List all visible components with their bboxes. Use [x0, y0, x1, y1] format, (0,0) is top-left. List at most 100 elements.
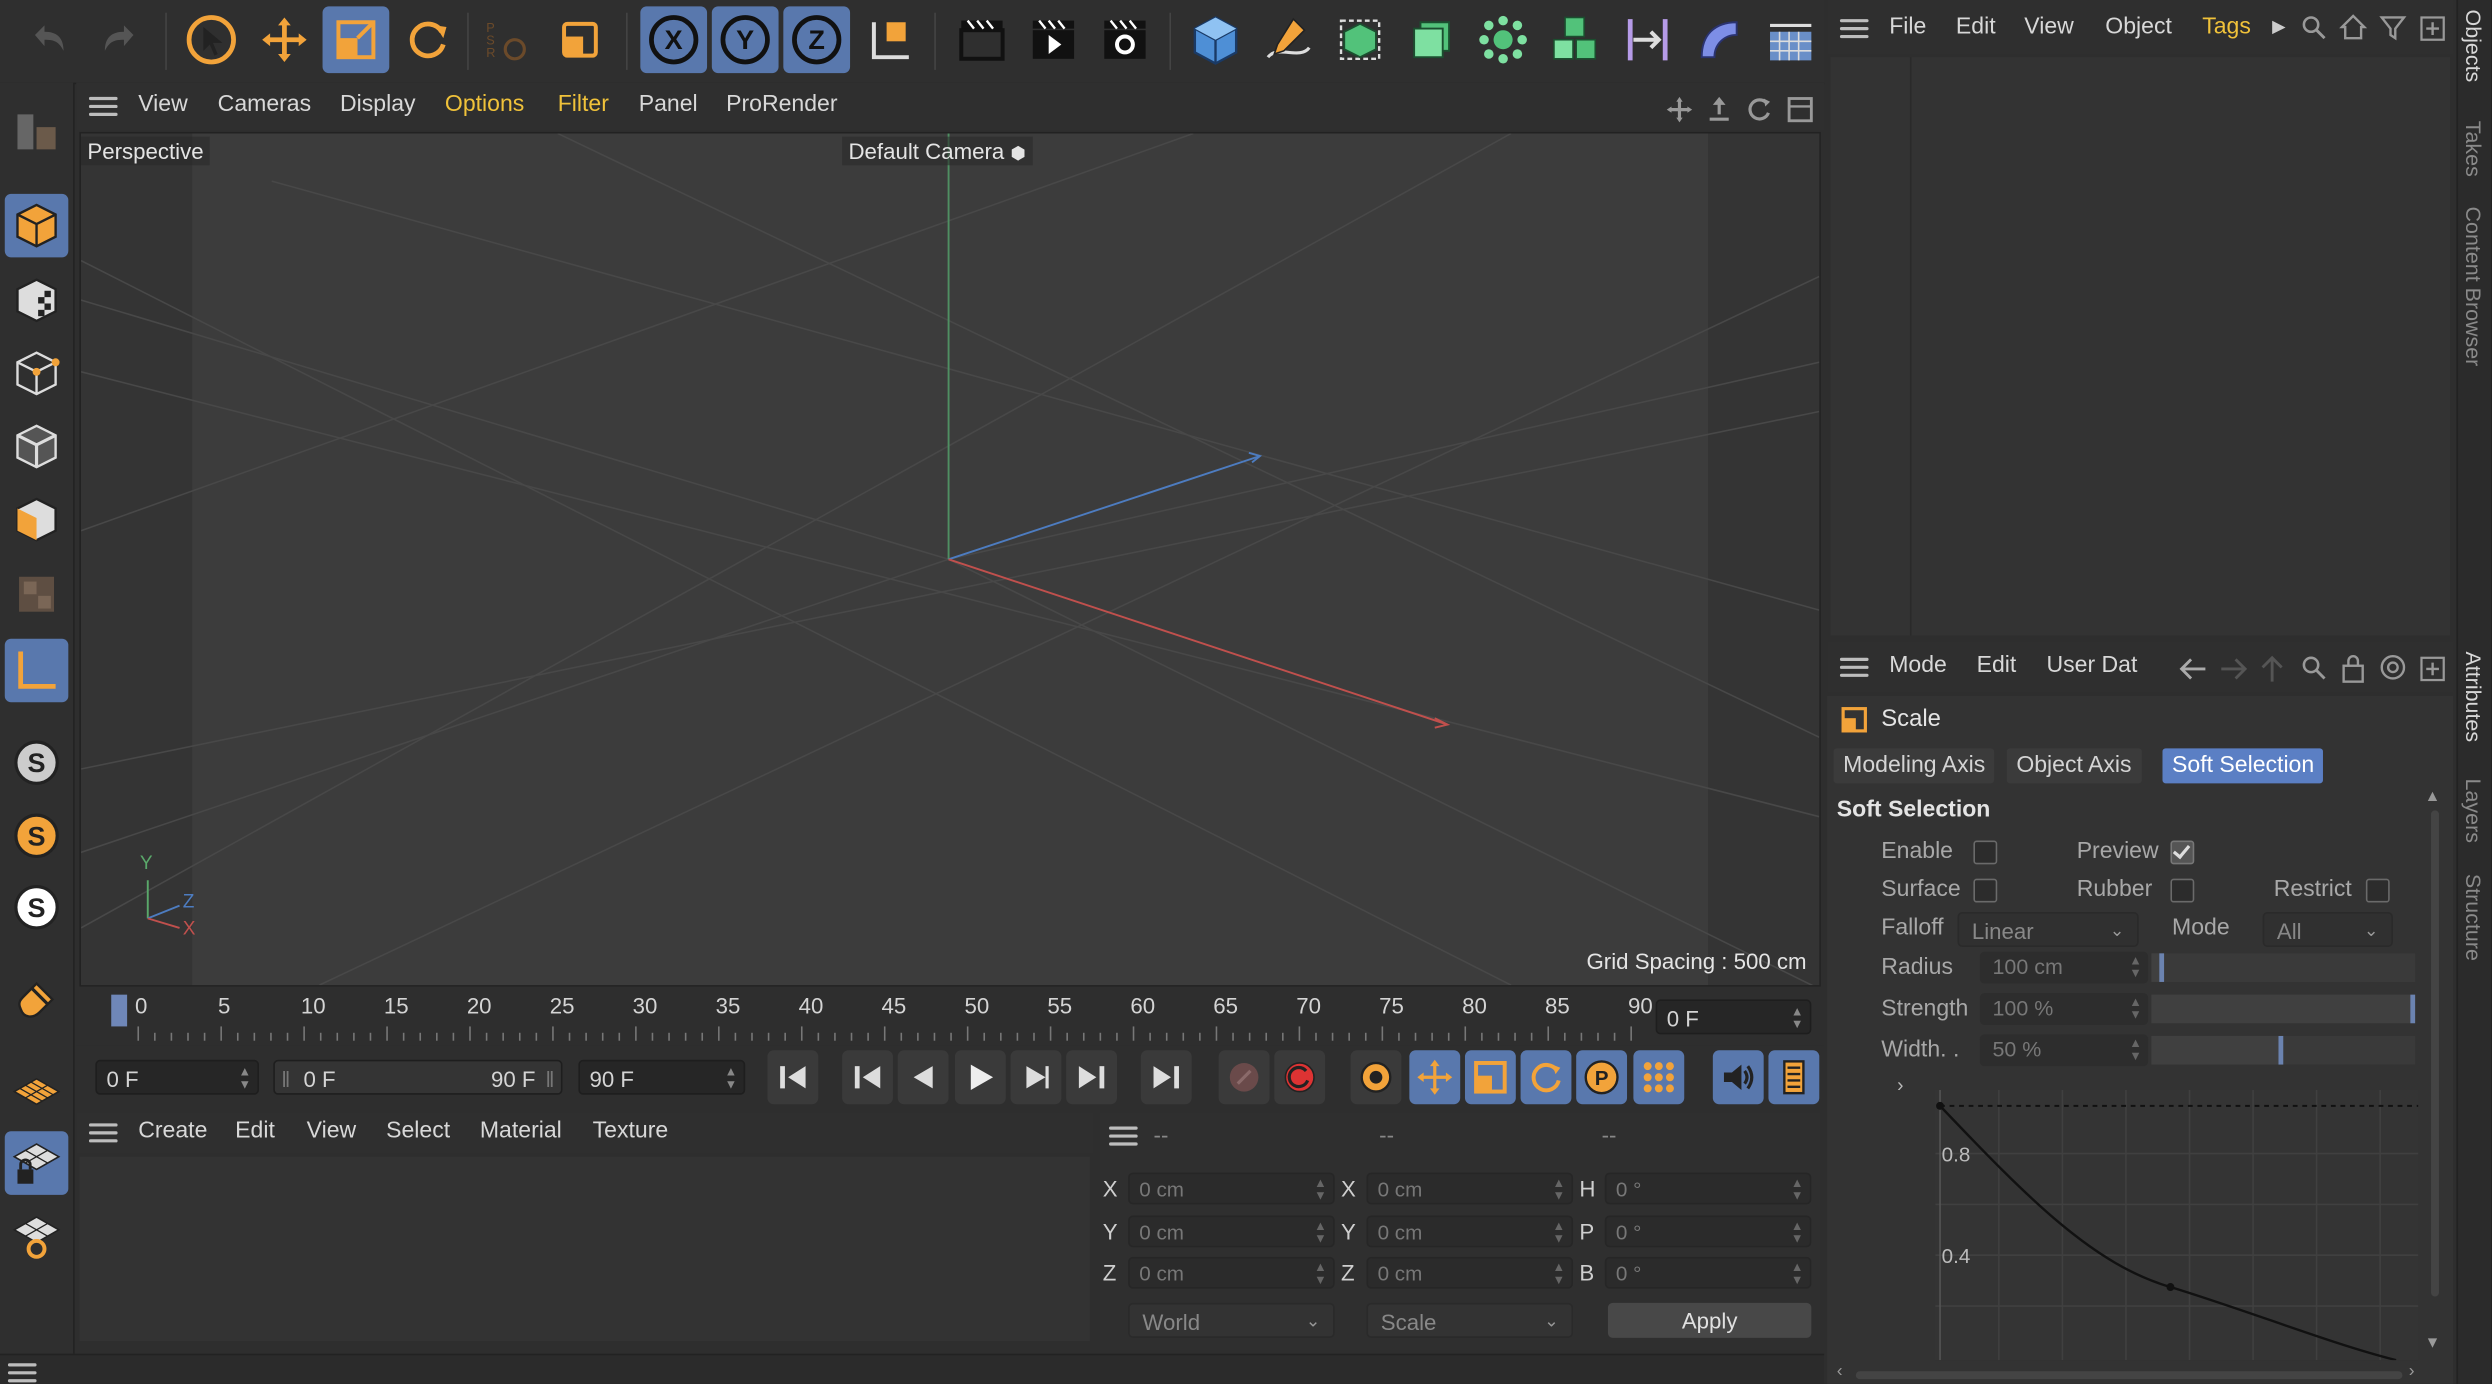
attribute-horizontal-scrollbar[interactable]	[1855, 1371, 2403, 1380]
subdivision-surface-icon[interactable]	[1327, 6, 1394, 73]
new-window-icon[interactable]	[2420, 13, 2445, 42]
apply-button[interactable]: Apply	[1607, 1302, 1812, 1338]
model-mode-icon[interactable]	[4, 193, 69, 258]
key-rotation-button[interactable]	[1520, 1050, 1572, 1105]
menu-display[interactable]: Display	[340, 92, 416, 117]
tab-structure[interactable]: Structure	[2461, 874, 2485, 961]
menu-prorender[interactable]: ProRender	[726, 92, 837, 117]
coord-value-field[interactable]: 0 ° ▲ ▼	[1604, 1256, 1812, 1289]
menu-cameras[interactable]: Cameras	[218, 92, 311, 117]
attribute-scrollbar[interactable]	[2431, 810, 2439, 1297]
more-menus-icon[interactable]: ▶	[2272, 16, 2285, 36]
menu-panel[interactable]: Panel	[639, 92, 698, 117]
start-frame-field[interactable]: 0 F ▲ ▼	[95, 1059, 259, 1095]
make-editable-icon[interactable]	[5, 99, 69, 163]
viewport-menu-icon[interactable]	[88, 96, 118, 116]
end-frame-field[interactable]: 90 F ▲ ▼	[578, 1059, 746, 1095]
switch-view-icon[interactable]	[1786, 95, 1815, 124]
radius-slider[interactable]	[2151, 953, 2416, 982]
solo-icon[interactable]: S	[5, 804, 69, 868]
material-menu-texture[interactable]: Texture	[593, 1119, 669, 1144]
strength-slider[interactable]	[2151, 994, 2416, 1024]
previous-frame-button[interactable]	[897, 1050, 949, 1105]
magnet-icon[interactable]	[5, 968, 69, 1032]
timeline-ruler[interactable]: 0 5 10 15 20 25 30 35 40 45 50 55 60 65 70 75 80 85 90 0 F…	[76, 988, 1825, 1046]
cube-primitive-icon[interactable]	[1182, 6, 1249, 73]
live-selection-scale-icon[interactable]	[547, 6, 614, 73]
floor-object-icon[interactable]	[1757, 6, 1824, 73]
menu-filter[interactable]: Filter	[558, 92, 609, 117]
up-arrow-icon[interactable]	[2259, 653, 2284, 685]
keyframe-selection-button[interactable]	[1350, 1050, 1402, 1105]
object-menu-view[interactable]: View	[2024, 14, 2074, 39]
coordinate-space-select[interactable]: World ⌄	[1128, 1302, 1335, 1338]
mode-select[interactable]: All ⌄	[2262, 912, 2393, 947]
workplane-align-icon[interactable]	[5, 1204, 69, 1268]
y-axis-lock-button[interactable]: Y	[711, 6, 779, 74]
object-list-area[interactable]	[1830, 57, 2451, 636]
material-menu-icon[interactable]	[88, 1123, 118, 1143]
key-scale-button[interactable]	[1464, 1050, 1516, 1105]
workplane-icon[interactable]	[5, 1060, 69, 1124]
material-menu-edit[interactable]: Edit	[235, 1119, 275, 1144]
tab-content-browser[interactable]: Content Browser	[2461, 207, 2485, 367]
strength-field[interactable]: 100 % ▲ ▼	[1979, 993, 2149, 1025]
tab-soft-selection[interactable]: Soft Selection	[2162, 748, 2324, 784]
forward-arrow-icon[interactable]	[2218, 655, 2250, 684]
object-menu-icon[interactable]	[1839, 19, 1869, 39]
mograph-cubes-icon[interactable]	[1541, 6, 1608, 73]
object-menu-object[interactable]: Object	[2105, 14, 2172, 39]
scroll-right-icon[interactable]: ›	[2409, 1362, 2415, 1381]
object-menu-edit[interactable]: Edit	[1956, 14, 1996, 39]
camera-label[interactable]: Default Camera ⬢	[842, 136, 1033, 166]
texture-mode-icon[interactable]	[5, 269, 69, 333]
coord-value-field[interactable]: 0 ° ▲ ▼	[1604, 1172, 1812, 1205]
pan-view-icon[interactable]	[1665, 95, 1694, 124]
material-menu-view[interactable]: View	[307, 1119, 357, 1144]
tab-modeling-axis[interactable]: Modeling Axis	[1833, 748, 1995, 784]
sound-playback-button[interactable]	[1712, 1050, 1764, 1105]
preview-checkbox[interactable]	[2170, 840, 2195, 865]
scroll-up-icon[interactable]: ▲	[2425, 788, 2441, 805]
coordinates-menu-icon[interactable]	[1109, 1126, 1138, 1146]
extrude-generator-icon[interactable]	[1398, 6, 1465, 73]
select-tool-icon[interactable]	[178, 6, 245, 73]
x-axis-lock-button[interactable]: X	[640, 6, 708, 74]
tab-object-axis[interactable]: Object Axis	[2006, 748, 2142, 784]
next-key-button[interactable]	[1066, 1050, 1117, 1105]
attribute-menu-icon[interactable]	[1839, 657, 1869, 677]
solo-hierarchy-icon[interactable]: S	[5, 875, 69, 939]
locked-workplane-icon[interactable]	[4, 1131, 69, 1195]
polygons-mode-icon[interactable]	[5, 488, 69, 552]
coord-value-field[interactable]: 0 cm ▲ ▼	[1128, 1172, 1335, 1205]
timeline-window-button[interactable]	[1768, 1050, 1820, 1105]
attribute-menu-user-data[interactable]: User Dat	[2047, 653, 2138, 678]
falloff-curve-graph[interactable]: 0.8 0.4	[1935, 1089, 2419, 1361]
cloner-icon[interactable]	[1470, 6, 1537, 73]
move-tool-icon[interactable]	[251, 6, 318, 73]
expand-graph-icon[interactable]: ›	[1897, 1074, 1903, 1096]
record-active-objects-button[interactable]	[1218, 1050, 1270, 1105]
uv-mode-icon[interactable]	[5, 562, 69, 626]
coord-value-field[interactable]: 0 cm ▲ ▼	[1128, 1214, 1335, 1247]
render-view-icon[interactable]	[949, 6, 1016, 73]
rotate-tool-icon[interactable]	[394, 6, 461, 73]
coord-value-field[interactable]: 0 cm ▲ ▼	[1128, 1256, 1335, 1289]
redo-icon[interactable]	[86, 6, 153, 73]
render-to-picture-viewer-icon[interactable]	[1020, 6, 1087, 73]
deformer-icon[interactable]	[1614, 6, 1681, 73]
key-parameter-button[interactable]: P	[1576, 1050, 1628, 1105]
object-menu-file[interactable]: File	[1889, 14, 1926, 39]
zoom-view-icon[interactable]	[1705, 95, 1734, 124]
coord-value-field[interactable]: 0 cm ▲ ▼	[1366, 1256, 1574, 1289]
enable-axis-icon[interactable]	[4, 638, 69, 703]
points-mode-icon[interactable]	[5, 342, 69, 406]
edges-mode-icon[interactable]	[5, 415, 69, 479]
field-object-icon[interactable]	[1686, 6, 1753, 73]
rubber-checkbox[interactable]	[2170, 878, 2195, 903]
material-menu-material[interactable]: Material	[480, 1119, 562, 1144]
autokeying-button[interactable]	[1274, 1050, 1326, 1105]
radius-field[interactable]: 100 cm ▲ ▼	[1979, 951, 2149, 984]
attribute-new-window-icon[interactable]	[2420, 653, 2445, 682]
current-frame-field[interactable]: 0 F ▲ ▼	[1655, 999, 1812, 1035]
